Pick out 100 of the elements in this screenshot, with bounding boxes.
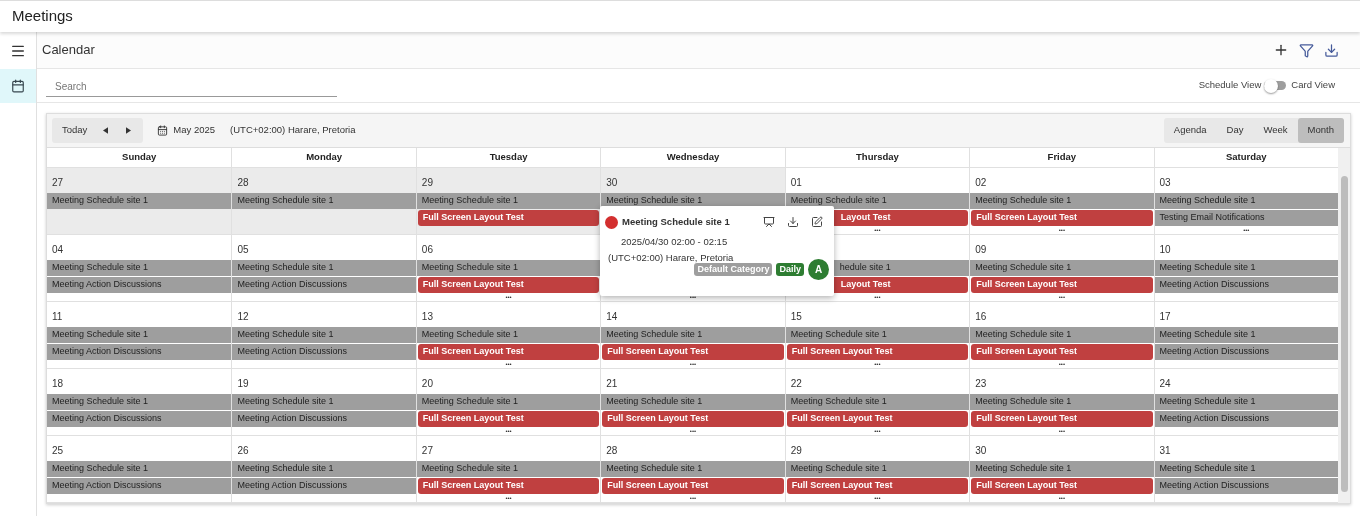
event-bar[interactable]: Meeting Action Discussions bbox=[232, 344, 416, 360]
event-bar[interactable]: Meeting Schedule site 1 bbox=[232, 327, 416, 343]
day-cell[interactable]: 17 Meeting Schedule site 1 Meeting Action Discussions bbox=[1153, 302, 1338, 368]
event-bar[interactable]: Full Screen Layout Test bbox=[417, 210, 600, 226]
day-cell[interactable]: 31 Meeting Schedule site 1 Meeting Action Discussions bbox=[1153, 436, 1338, 502]
day-number[interactable]: 27 bbox=[421, 443, 433, 458]
event-bar[interactable]: Meeting Action Discussions bbox=[232, 277, 416, 293]
day-number[interactable]: 29 bbox=[421, 175, 433, 190]
day-cell[interactable]: 05 Meeting Schedule site 1 Meeting Action Discussions bbox=[231, 235, 416, 301]
day-number[interactable]: 02 bbox=[975, 175, 987, 190]
event-bar[interactable]: Meeting Schedule site 1 bbox=[970, 193, 1154, 209]
day-number[interactable]: 16 bbox=[975, 309, 987, 324]
event-bar[interactable]: Meeting Schedule site 1 bbox=[601, 461, 785, 477]
event-bar[interactable]: Meeting Schedule site 1 bbox=[47, 327, 232, 343]
day-cell[interactable]: 18 Meeting Schedule site 1 Meeting Action Discussions bbox=[47, 369, 232, 435]
day-number[interactable]: 06 bbox=[421, 242, 433, 257]
search-field[interactable]: Search bbox=[46, 74, 337, 97]
event-bar[interactable]: Meeting Schedule site 1 bbox=[416, 394, 601, 410]
event-bar[interactable]: Meeting Action Discussions bbox=[232, 478, 416, 494]
day-number[interactable]: 03 bbox=[1159, 175, 1171, 190]
day-number[interactable]: 22 bbox=[790, 376, 802, 391]
board-icon[interactable] bbox=[763, 216, 775, 229]
event-bar[interactable]: Meeting Schedule site 1 bbox=[416, 461, 601, 477]
event-bar[interactable]: Meeting Schedule site 1 bbox=[232, 193, 416, 209]
day-cell[interactable]: 04 Meeting Schedule site 1 Meeting Action Discussions bbox=[47, 235, 232, 301]
day-cell[interactable]: 28 Meeting Schedule site 1 bbox=[231, 168, 416, 234]
event-bar[interactable]: Meeting Action Discussions bbox=[1154, 478, 1338, 494]
event-bar[interactable]: Full Screen Layout Test bbox=[971, 277, 1153, 293]
event-bar[interactable]: Meeting Schedule site 1 bbox=[47, 461, 232, 477]
day-cell[interactable]: 11 Meeting Schedule site 1 Meeting Action Discussions bbox=[47, 302, 232, 368]
day-number[interactable]: 30 bbox=[975, 443, 987, 458]
download-icon[interactable] bbox=[1324, 42, 1339, 58]
day-number[interactable]: 26 bbox=[237, 443, 249, 458]
event-bar[interactable]: Full Screen Layout Test bbox=[786, 478, 969, 494]
event-bar[interactable]: Full Screen Layout Test bbox=[602, 344, 784, 360]
day-cell[interactable]: 29 Meeting Schedule site 1 Full Screen Layout Test bbox=[415, 168, 601, 234]
calendar-icon[interactable] bbox=[157, 125, 169, 136]
event-bar[interactable]: Full Screen Layout Test bbox=[602, 411, 784, 427]
event-bar[interactable]: Meeting Schedule site 1 bbox=[1154, 394, 1338, 410]
event-bar[interactable]: Testing Email Notifications bbox=[1154, 210, 1338, 226]
day-number[interactable]: 10 bbox=[1159, 242, 1171, 257]
day-cell[interactable]: 19 Meeting Schedule site 1 Meeting Action Discussions bbox=[231, 369, 416, 435]
event-bar[interactable]: Meeting Schedule site 1 bbox=[785, 394, 970, 410]
day-cell[interactable]: 12 Meeting Schedule site 1 Meeting Action Discussions bbox=[231, 302, 416, 368]
day-cell[interactable]: 27 Meeting Schedule site 1 bbox=[47, 168, 232, 234]
day-number[interactable]: 27 bbox=[52, 175, 64, 190]
event-bar[interactable]: Meeting Schedule site 1 bbox=[601, 327, 785, 343]
day-number[interactable]: 21 bbox=[606, 376, 618, 391]
view-tab[interactable]: Agenda bbox=[1163, 118, 1217, 143]
event-bar[interactable]: Full Screen Layout Test bbox=[786, 344, 969, 360]
day-number[interactable]: 30 bbox=[606, 175, 618, 190]
view-tab[interactable]: Week bbox=[1253, 118, 1298, 143]
day-number[interactable]: 24 bbox=[1159, 376, 1171, 391]
filter-icon[interactable] bbox=[1299, 42, 1314, 58]
event-bar[interactable]: Meeting Action Discussions bbox=[232, 411, 416, 427]
day-number[interactable]: 28 bbox=[606, 443, 618, 458]
event-bar[interactable]: Full Screen Layout Test bbox=[971, 411, 1153, 427]
day-number[interactable]: 13 bbox=[421, 309, 433, 324]
event-bar[interactable]: Full Screen Layout Test bbox=[971, 344, 1153, 360]
edit-icon[interactable] bbox=[811, 216, 823, 229]
day-number[interactable]: 05 bbox=[237, 242, 249, 257]
event-bar[interactable]: Meeting Schedule site 1 bbox=[47, 394, 232, 410]
day-cell[interactable]: 24 Meeting Schedule site 1 Meeting Action Discussions bbox=[1153, 369, 1338, 435]
event-bar[interactable]: Meeting Schedule site 1 bbox=[970, 394, 1154, 410]
event-bar[interactable]: Meeting Action Discussions bbox=[47, 344, 232, 360]
event-bar[interactable]: Meeting Schedule site 1 bbox=[232, 394, 416, 410]
event-bar[interactable]: Meeting Schedule site 1 bbox=[47, 260, 232, 276]
event-bar[interactable]: Full Screen Layout Test bbox=[971, 210, 1153, 226]
event-bar[interactable]: Full Screen Layout Test bbox=[971, 478, 1153, 494]
day-number[interactable]: 09 bbox=[975, 242, 987, 257]
day-number[interactable]: 18 bbox=[52, 376, 64, 391]
day-cell[interactable]: 25 Meeting Schedule site 1 Meeting Action Discussions bbox=[47, 436, 232, 502]
sidebar-item[interactable] bbox=[0, 69, 36, 103]
day-cell[interactable]: 10 Meeting Schedule site 1 Meeting Action Discussions bbox=[1153, 235, 1338, 301]
day-number[interactable]: 11 bbox=[52, 309, 63, 324]
event-bar[interactable]: Full Screen Layout Test bbox=[417, 478, 600, 494]
event-bar[interactable]: Meeting Action Discussions bbox=[1154, 344, 1338, 360]
event-bar[interactable]: Meeting Action Discussions bbox=[47, 277, 232, 293]
month-label[interactable]: May 2025 bbox=[173, 123, 216, 138]
day-number[interactable]: 23 bbox=[975, 376, 987, 391]
event-bar[interactable]: Meeting Action Discussions bbox=[47, 411, 232, 427]
view-tab[interactable]: Month bbox=[1297, 118, 1344, 143]
scrollbar[interactable] bbox=[1338, 148, 1350, 503]
day-number[interactable]: 20 bbox=[421, 376, 433, 391]
event-bar[interactable]: Meeting Schedule site 1 bbox=[601, 394, 785, 410]
event-bar[interactable]: Meeting Schedule site 1 bbox=[785, 193, 970, 209]
event-bar[interactable]: Meeting Action Discussions bbox=[1154, 411, 1338, 427]
day-cell[interactable]: 26 Meeting Schedule site 1 Meeting Action Discussions bbox=[231, 436, 416, 502]
event-bar[interactable]: Meeting Schedule site 1 bbox=[416, 260, 601, 276]
event-bar[interactable]: Meeting Schedule site 1 bbox=[232, 461, 416, 477]
day-number[interactable]: 17 bbox=[1159, 309, 1171, 324]
event-bar[interactable]: Full Screen Layout Test bbox=[417, 411, 600, 427]
view-tab[interactable]: Day bbox=[1216, 118, 1254, 143]
event-bar[interactable]: Meeting Action Discussions bbox=[1154, 277, 1338, 293]
event-bar[interactable]: Meeting Schedule site 1 bbox=[785, 461, 970, 477]
event-bar[interactable]: Meeting Schedule site 1 bbox=[970, 461, 1154, 477]
day-number[interactable]: 28 bbox=[237, 175, 249, 190]
download-icon[interactable] bbox=[787, 216, 799, 229]
day-number[interactable]: 04 bbox=[52, 242, 64, 257]
day-number[interactable]: 12 bbox=[237, 309, 249, 324]
